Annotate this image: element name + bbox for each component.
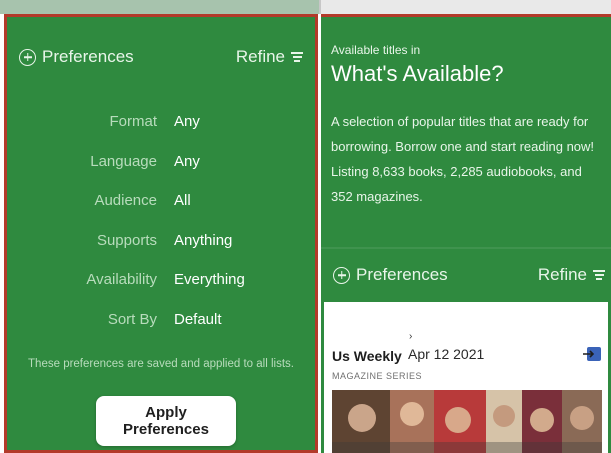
preference-label: Language: [90, 152, 157, 170]
preferences-toggle-right[interactable]: Preferences: [333, 265, 448, 285]
preference-row-supports[interactable]: Supports Anything: [7, 232, 315, 272]
section-divider: [321, 247, 611, 249]
mouse-cursor-icon: ›: [409, 331, 413, 342]
preference-label: Availability: [86, 271, 157, 288]
preference-rows: Format Any Language Any Audience All Sup…: [7, 113, 315, 350]
apply-preferences-button[interactable]: Apply Preferences: [96, 396, 236, 446]
whats-available-panel: Available titles in What's Available? A …: [321, 14, 611, 453]
preference-row-language[interactable]: Language Any: [7, 153, 315, 193]
preference-row-format[interactable]: Format Any: [7, 113, 315, 153]
available-titles-subtitle: Available titles in: [331, 43, 421, 57]
magazine-cover-image[interactable]: [332, 390, 602, 453]
available-description: A selection of popular titles that are r…: [331, 114, 595, 204]
preferences-header-right: Preferences Refine: [333, 263, 605, 287]
preference-value[interactable]: Default: [174, 311, 222, 328]
add-circle-icon: [19, 48, 36, 66]
top-bar: [0, 0, 611, 14]
preferences-note: These preferences are saved and applied …: [28, 358, 294, 370]
add-circle-icon: [333, 266, 350, 284]
preference-value[interactable]: Everything: [174, 271, 245, 288]
preference-label: Supports: [96, 231, 157, 249]
preference-row-availability[interactable]: Availability Everything: [7, 271, 315, 311]
top-bar-left-strip: [0, 0, 319, 14]
preference-value[interactable]: Anything: [174, 232, 232, 249]
preference-label: Format: [109, 113, 157, 130]
preference-row-audience[interactable]: Audience All: [7, 192, 315, 232]
refine-button[interactable]: Refine: [236, 47, 303, 67]
preferences-toggle[interactable]: Preferences: [19, 47, 134, 67]
card-title[interactable]: Us Weekly: [332, 348, 402, 364]
preference-value[interactable]: Any: [174, 113, 200, 130]
preference-row-sort-by[interactable]: Sort By Default: [7, 311, 315, 351]
preference-value[interactable]: Any: [174, 153, 200, 170]
refine-label: Refine: [235, 47, 285, 66]
borrow-icon[interactable]: [582, 346, 602, 362]
filter-icon: [291, 52, 303, 62]
preference-value[interactable]: All: [174, 192, 191, 209]
page-title: What's Available?: [331, 61, 504, 86]
preferences-header: Preferences Refine: [19, 45, 303, 69]
refine-button-right[interactable]: Refine: [538, 265, 605, 285]
preferences-label: Preferences: [42, 47, 134, 66]
preference-label: Sort By: [107, 310, 157, 328]
preference-label: Audience: [94, 192, 157, 209]
title-card[interactable]: › Us Weekly Apr 12 2021 MAGAZINE SERIES: [324, 302, 608, 453]
preferences-label-right: Preferences: [356, 265, 448, 284]
card-series-label: MAGAZINE SERIES: [332, 371, 423, 381]
filter-icon: [593, 270, 605, 280]
refine-label-right: Refine: [537, 265, 587, 284]
card-date: Apr 12 2021: [408, 346, 485, 362]
preferences-panel: Preferences Refine Format Any Language A…: [4, 14, 318, 453]
top-bar-separator: [319, 0, 321, 14]
